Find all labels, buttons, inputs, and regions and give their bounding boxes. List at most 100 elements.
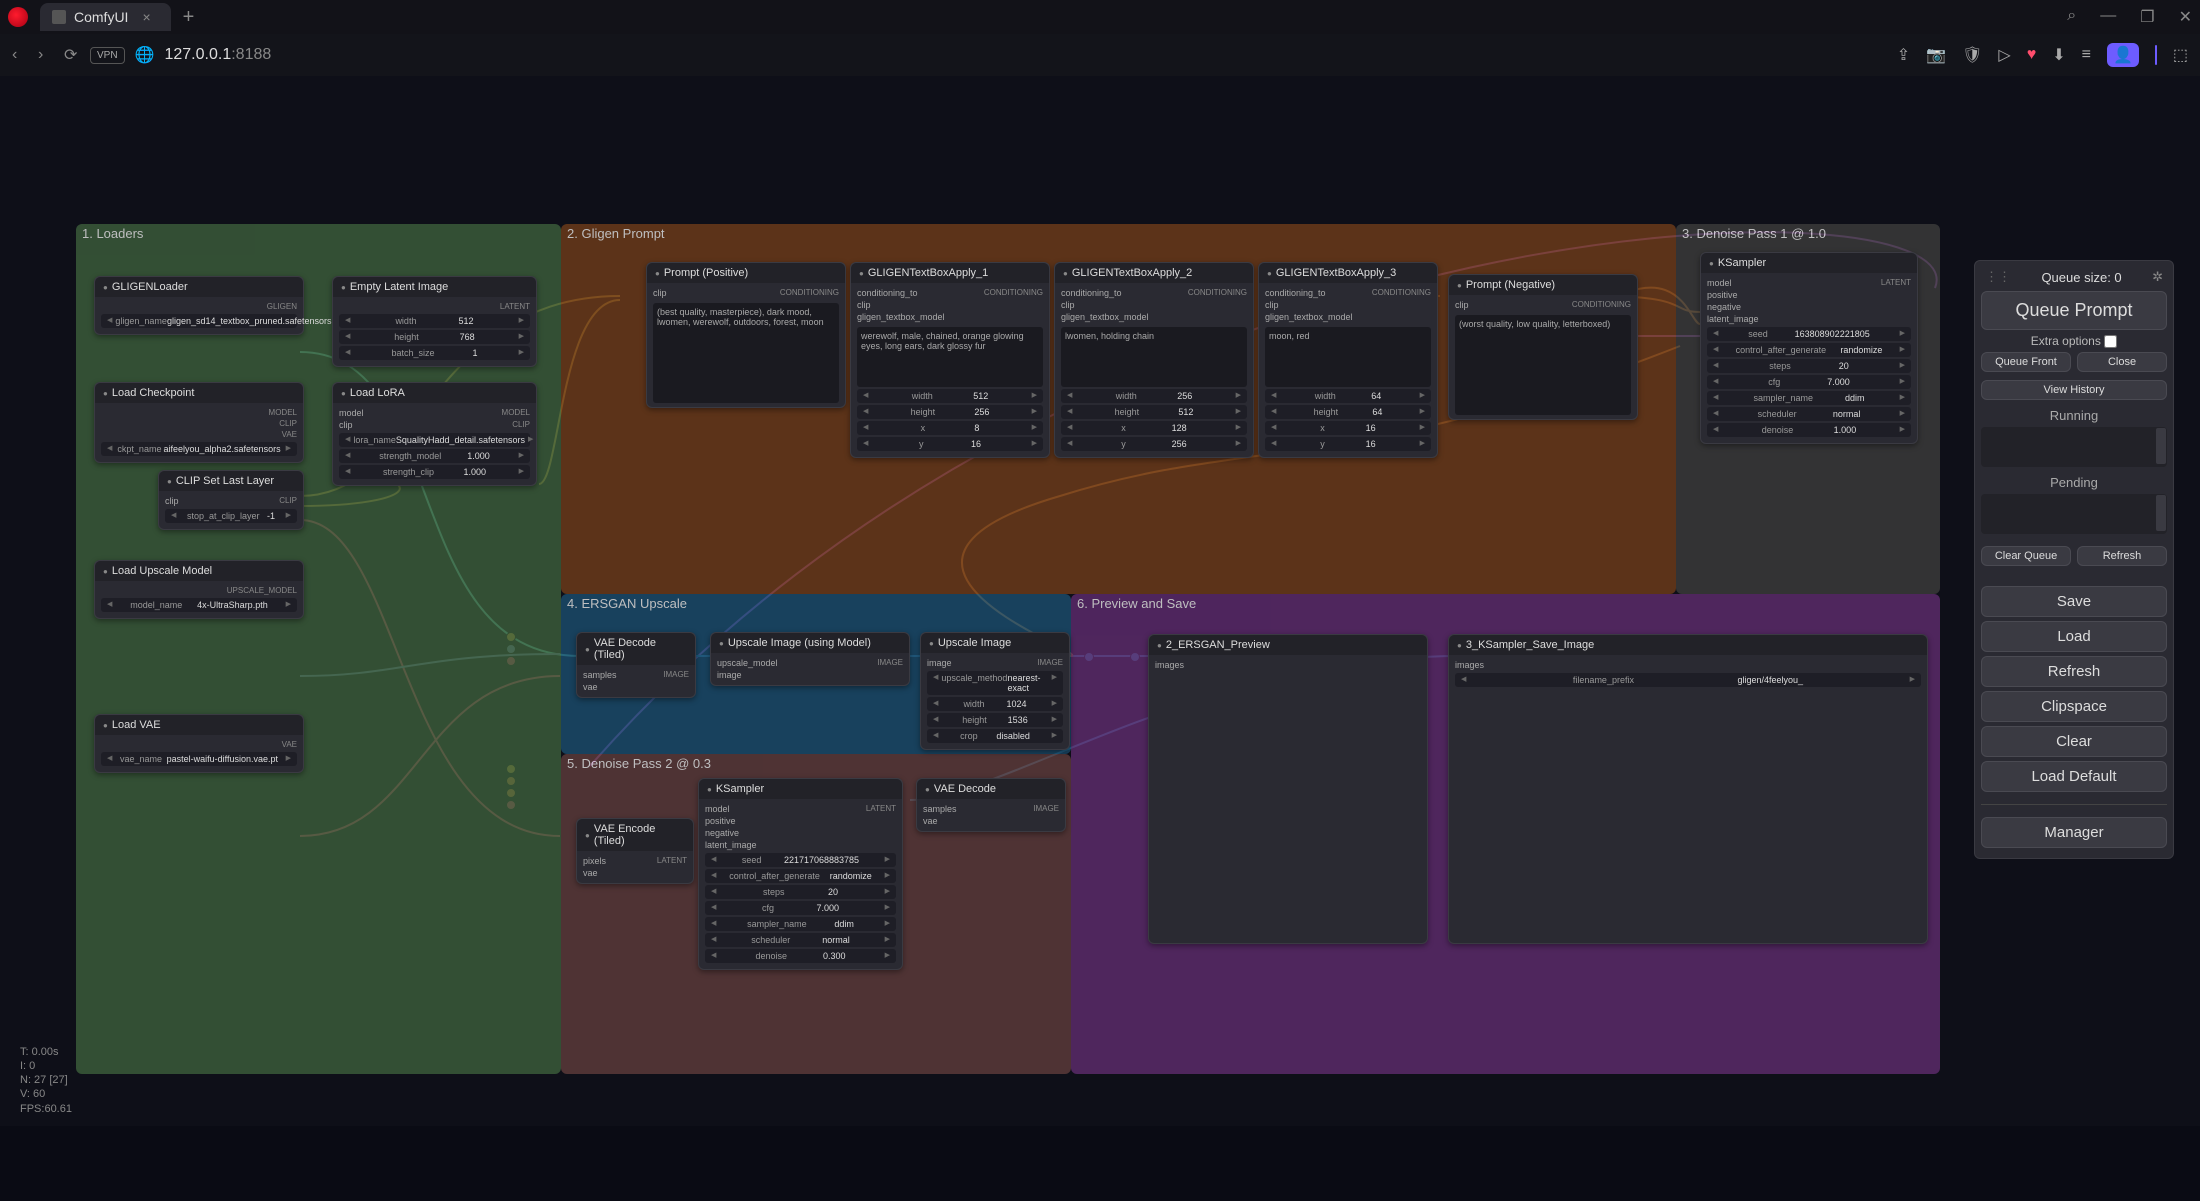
back-icon[interactable]: ‹ [12, 46, 28, 64]
slot-out[interactable]: UPSCALE_MODEL [227, 586, 297, 595]
user-icon[interactable]: 👤 [2107, 43, 2139, 67]
slot-in[interactable]: clip [653, 288, 667, 298]
clear-queue-button[interactable]: Clear Queue [1981, 546, 2071, 566]
node-title[interactable]: VAE Encode (Tiled) [577, 819, 693, 851]
slot-in[interactable]: negative [1707, 302, 1741, 312]
pending-list[interactable] [1981, 494, 2167, 534]
param-val[interactable]: SqualityHadd_detail.safetensors [396, 435, 525, 445]
node-title[interactable]: 2_ERSGAN_Preview [1149, 635, 1427, 655]
slot-in[interactable]: image [717, 670, 742, 680]
play-icon[interactable]: ▷ [1998, 45, 2010, 65]
slot-in[interactable]: images [1155, 660, 1184, 670]
node-load-upscale-model[interactable]: Load Upscale Model UPSCALE_MODEL model_n… [94, 560, 304, 619]
param-val[interactable]: 1.000 [467, 451, 490, 461]
param-val[interactable]: gligen/4feelyou_ [1737, 675, 1803, 685]
param-val[interactable]: 64 [1371, 391, 1381, 401]
vpn-badge[interactable]: VPN [90, 47, 125, 64]
slot-in[interactable]: negative [705, 828, 739, 838]
share-icon[interactable]: ⇪ [1897, 45, 1910, 65]
node-empty-latent[interactable]: Empty Latent Image LATENT width512 heigh… [332, 276, 537, 367]
slot-in[interactable]: model [705, 804, 730, 814]
node-ksampler-2[interactable]: KSampler modelLATENT positive negative l… [698, 778, 903, 970]
drag-handle-icon[interactable]: ⋮⋮ [1985, 269, 2011, 285]
node-title[interactable]: Empty Latent Image [333, 277, 536, 297]
minimize-icon[interactable]: — [2100, 7, 2116, 27]
param-val[interactable]: pastel-waifu-diffusion.vae.pt [167, 754, 278, 764]
slot-in[interactable]: positive [1707, 290, 1738, 300]
node-title[interactable]: CLIP Set Last Layer [159, 471, 303, 491]
slot-in[interactable]: gligen_textbox_model [1265, 312, 1353, 322]
slot-in[interactable]: clip [339, 420, 353, 430]
prompt-text[interactable]: werewolf, male, chained, orange glowing … [857, 327, 1043, 387]
slot-in[interactable]: positive [705, 816, 736, 826]
param-val[interactable]: 128 [1172, 423, 1187, 433]
scrollbar[interactable] [2156, 428, 2166, 464]
node-load-vae[interactable]: Load VAE VAE vae_namepastel-waifu-diffus… [94, 714, 304, 773]
clipspace-button[interactable]: Clipspace [1981, 691, 2167, 722]
slot-in[interactable]: vae [583, 682, 598, 692]
param-val[interactable]: -1 [267, 511, 275, 521]
save-button[interactable]: Save [1981, 586, 2167, 617]
param-val[interactable]: nearest-exact [1007, 673, 1048, 693]
param-val[interactable]: 20 [1839, 361, 1849, 371]
param-val[interactable]: 163808902221805 [1795, 329, 1870, 339]
param-val[interactable]: normal [822, 935, 850, 945]
node-prompt-negative[interactable]: Prompt (Negative) clipCONDITIONING (wors… [1448, 274, 1638, 420]
param-val[interactable]: normal [1833, 409, 1861, 419]
extra-options-toggle[interactable]: Extra options [1981, 334, 2167, 348]
slot-in[interactable]: clip [1455, 300, 1469, 310]
node-vae-encode-tiled[interactable]: VAE Encode (Tiled) pixelsLATENT vae [576, 818, 694, 884]
slot-out[interactable]: VAE [282, 430, 297, 439]
node-title[interactable]: Load Upscale Model [95, 561, 303, 581]
list-icon[interactable]: ≡ [2082, 46, 2091, 64]
close-panel-button[interactable]: Close [2077, 352, 2167, 372]
param-val[interactable]: 512 [459, 316, 474, 326]
param-val[interactable]: 7.000 [817, 903, 840, 913]
prompt-text[interactable]: lwomen, holding chain [1061, 327, 1247, 387]
slot-out[interactable]: CONDITIONING [1188, 288, 1247, 298]
heart-icon[interactable]: ♥ [2027, 46, 2037, 64]
param-val[interactable]: randomize [1840, 345, 1882, 355]
slot-out[interactable]: LATENT [500, 302, 530, 311]
slot-in[interactable]: latent_image [705, 840, 757, 850]
node-clip-set-last-layer[interactable]: CLIP Set Last Layer clipCLIP stop_at_cli… [158, 470, 304, 530]
node-title[interactable]: Load VAE [95, 715, 303, 735]
param-val[interactable]: 256 [974, 407, 989, 417]
slot-in[interactable]: pixels [583, 856, 606, 866]
slot-out[interactable]: IMAGE [663, 670, 689, 680]
param-val[interactable]: 64 [1372, 407, 1382, 417]
slot-in[interactable]: clip [1265, 300, 1279, 310]
close-window-icon[interactable]: ✕ [2179, 7, 2192, 27]
prompt-text[interactable]: moon, red [1265, 327, 1431, 387]
scrollbar[interactable] [2156, 495, 2166, 531]
node-gligen-box-2[interactable]: GLIGENTextBoxApply_2 conditioning_toCOND… [1054, 262, 1254, 458]
param-val[interactable]: 0.300 [823, 951, 846, 961]
slot-in[interactable]: vae [923, 816, 938, 826]
param-val[interactable]: 1024 [1007, 699, 1027, 709]
load-button[interactable]: Load [1981, 621, 2167, 652]
node-title[interactable]: Load Checkpoint [95, 383, 303, 403]
param-val[interactable]: 8 [974, 423, 979, 433]
slot-out[interactable]: CLIP [279, 419, 297, 428]
slot-in[interactable]: clip [857, 300, 871, 310]
load-default-button[interactable]: Load Default [1981, 761, 2167, 792]
node-gligen-box-3[interactable]: GLIGENTextBoxApply_3 conditioning_toCOND… [1258, 262, 1438, 458]
param-val[interactable]: ddim [834, 919, 854, 929]
node-load-checkpoint[interactable]: Load Checkpoint MODEL CLIP VAE ckpt_name… [94, 382, 304, 463]
refresh-queue-button[interactable]: Refresh [2077, 546, 2167, 566]
slot-in[interactable]: conditioning_to [857, 288, 918, 298]
param-val[interactable]: randomize [830, 871, 872, 881]
slot-out[interactable]: GLIGEN [267, 302, 297, 311]
slot-in[interactable]: gligen_textbox_model [857, 312, 945, 322]
cube-icon[interactable]: ⬚ [2173, 45, 2188, 65]
slot-out[interactable]: CLIP [512, 420, 530, 430]
slot-out[interactable]: IMAGE [877, 658, 903, 668]
slot-in[interactable]: clip [165, 496, 179, 506]
node-title[interactable]: GLIGENTextBoxApply_3 [1259, 263, 1437, 283]
param-val[interactable]: 16 [1366, 423, 1376, 433]
slot-in[interactable]: model [1707, 278, 1732, 288]
manager-button[interactable]: Manager [1981, 817, 2167, 848]
slot-out[interactable]: CONDITIONING [780, 288, 839, 298]
param-val[interactable]: 1 [473, 348, 478, 358]
slot-out[interactable]: CONDITIONING [1372, 288, 1431, 298]
